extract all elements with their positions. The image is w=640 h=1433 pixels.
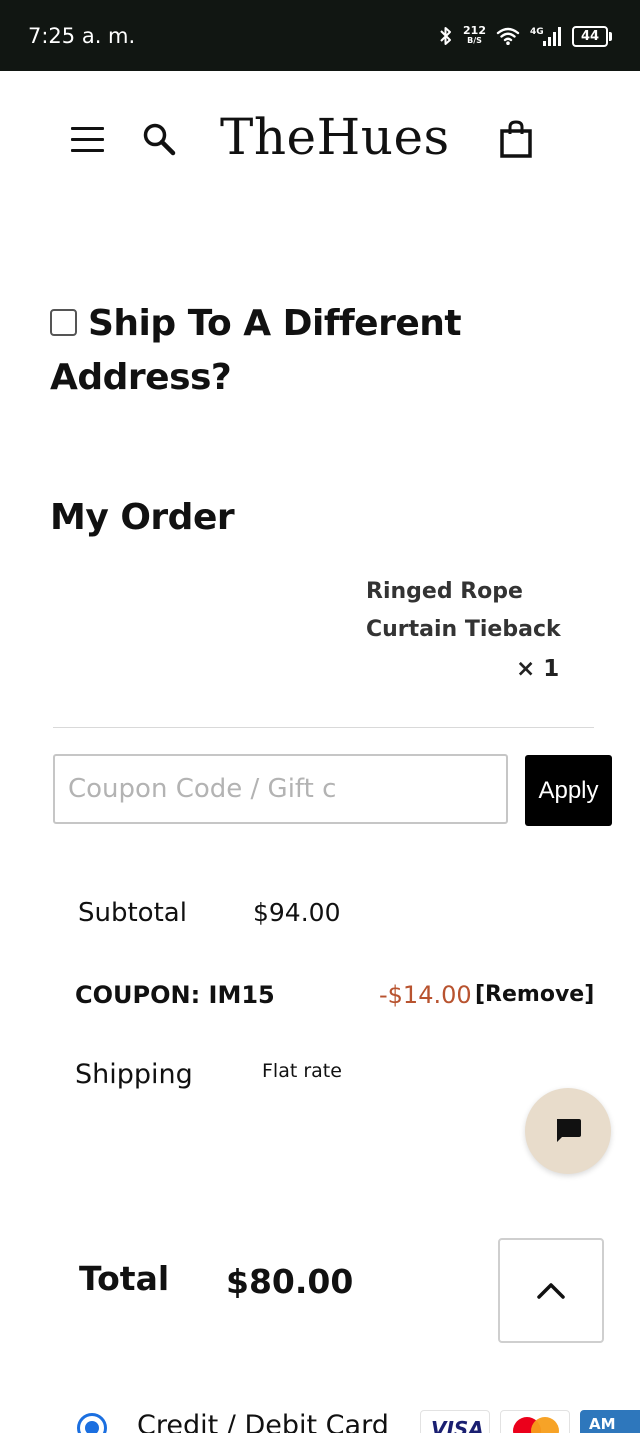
coupon-code-input[interactable]	[53, 754, 508, 824]
chat-button[interactable]	[525, 1088, 611, 1174]
shipping-label: Shipping	[75, 1059, 193, 1090]
shipping-method: Flat rate	[262, 1060, 342, 1082]
battery-tip	[609, 31, 612, 41]
wifi-icon	[496, 26, 520, 46]
status-time: 7:25 a. m.	[28, 24, 136, 48]
shopping-bag-icon[interactable]	[498, 119, 534, 159]
chevron-up-icon	[537, 1283, 565, 1299]
mastercard-logo	[500, 1410, 570, 1433]
payment-method-radio[interactable]	[77, 1413, 107, 1433]
total-label: Total	[79, 1259, 170, 1298]
order-item-quantity: × 1	[516, 656, 560, 682]
status-bar: 7:25 a. m. 212 B/S 4G 44	[0, 0, 640, 71]
subtotal-label: Subtotal	[78, 898, 187, 928]
amex-logo: AM	[580, 1410, 640, 1433]
order-item-name: Ringed Rope Curtain Tieback	[366, 579, 561, 642]
chat-icon	[557, 1119, 581, 1142]
scroll-to-top-button[interactable]	[498, 1238, 604, 1343]
divider	[53, 727, 594, 728]
brand-logo[interactable]: TheHues	[220, 108, 450, 166]
network-type-label: 4G	[530, 27, 544, 37]
battery-level: 44	[572, 25, 608, 47]
coupon-discount-amount: -$14.00	[379, 981, 472, 1009]
visa-logo: VISA	[420, 1410, 490, 1433]
bluetooth-icon	[439, 26, 453, 46]
payment-method-label[interactable]: Credit / Debit Card	[137, 1410, 389, 1433]
my-order-title: My Order	[50, 497, 235, 538]
battery-icon: 44	[572, 25, 612, 47]
remove-coupon-link[interactable]: [Remove]	[475, 982, 594, 1007]
menu-icon[interactable]	[71, 127, 105, 153]
network-speed: 212 B/S	[463, 24, 486, 46]
amex-logo-text: AM	[589, 1415, 616, 1433]
total-value: $80.00	[226, 1262, 354, 1301]
apply-coupon-button[interactable]: Apply	[525, 755, 612, 826]
ship-different-address-checkbox[interactable]	[50, 309, 77, 336]
status-icons: 212 B/S 4G 44	[439, 20, 612, 52]
coupon-label: COUPON: IM15	[75, 981, 275, 1009]
cellular-signal-icon: 4G	[530, 25, 562, 47]
search-icon[interactable]	[141, 121, 177, 157]
ship-different-address: Ship To A Different Address?	[50, 297, 520, 405]
network-speed-value: 212	[463, 24, 486, 37]
ship-different-address-label[interactable]: Ship To A Different Address?	[50, 297, 520, 405]
subtotal-value: $94.00	[253, 898, 341, 927]
network-speed-unit: B/S	[467, 36, 482, 45]
visa-logo-text: VISA	[431, 1417, 484, 1433]
